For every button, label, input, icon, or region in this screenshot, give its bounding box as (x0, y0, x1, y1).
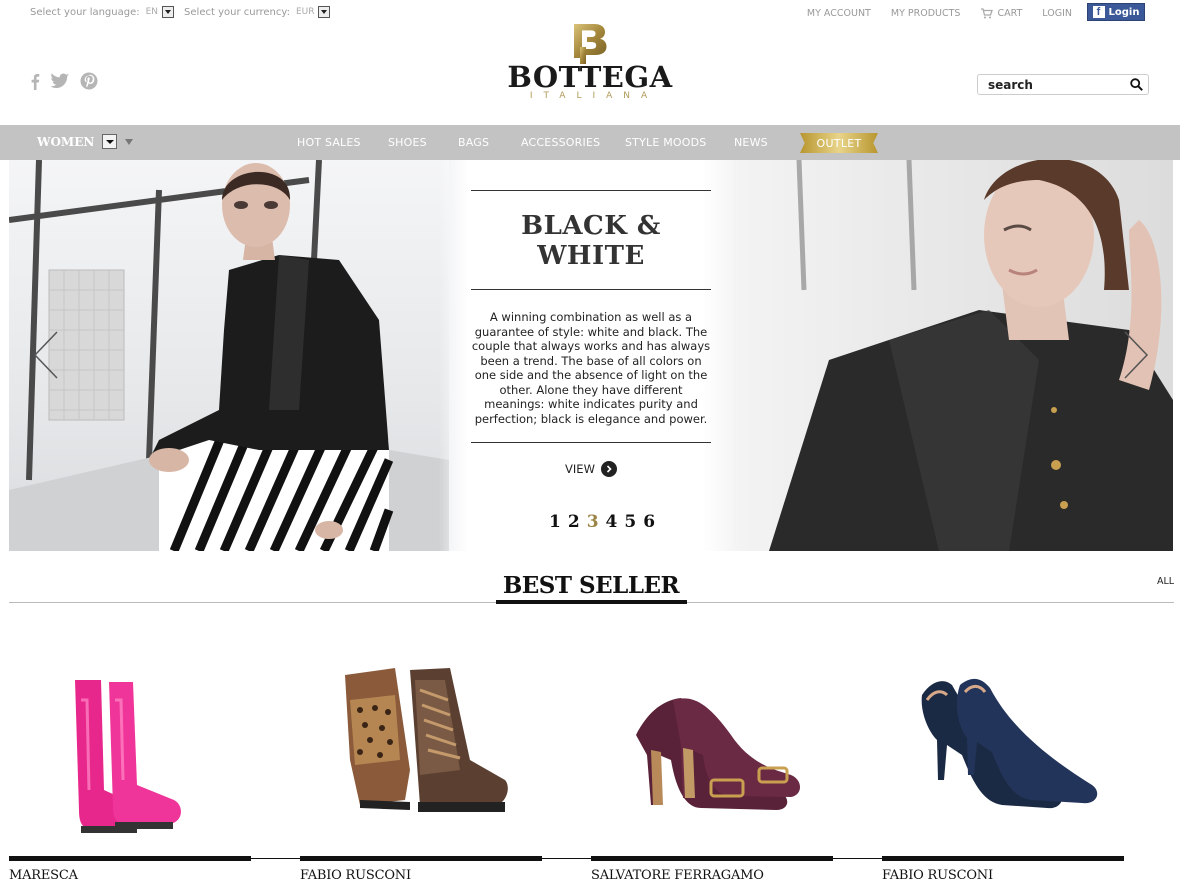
dropdown-arrow-icon[interactable] (162, 6, 175, 18)
burgundy-pumps-image[interactable] (591, 640, 833, 850)
nav-item-outlet[interactable]: OUTLET (800, 133, 878, 153)
product-card[interactable]: FABIO RUSCONI (882, 640, 1124, 888)
pink-rain-boots-image[interactable] (9, 640, 251, 850)
chevron-right-icon[interactable] (1121, 330, 1151, 380)
nav-item-bags[interactable]: BAGS (458, 136, 489, 149)
pinterest-icon[interactable] (80, 72, 98, 90)
product-card[interactable]: FABIO RUSCONI (300, 640, 592, 888)
product-bar (9, 856, 251, 861)
product-card[interactable]: MARESCA (9, 640, 301, 888)
nav-item-hot-sales[interactable]: HOT SALES (297, 136, 361, 149)
login-link[interactable]: LOGIN (1042, 7, 1072, 19)
search-box[interactable]: search (977, 74, 1149, 95)
currency-label: Select your currency: (184, 6, 290, 18)
model-black-blouse-image (769, 160, 1173, 551)
facebook-icon: f (1092, 6, 1105, 18)
search-icon[interactable] (1124, 75, 1148, 94)
facebook-login-label: Login (1108, 6, 1140, 18)
title-underline (496, 600, 687, 604)
search-input[interactable]: search (988, 78, 1124, 92)
gender-select[interactable]: WOMEN (37, 134, 134, 149)
logo-name: BOTTEGA (507, 60, 673, 94)
product-brand[interactable]: MARESCA (9, 868, 78, 883)
nav-item-shoes[interactable]: SHOES (388, 136, 427, 149)
main-nav: WOMEN HOT SALES SHOES BAGS ACCESSORIES S… (0, 125, 1180, 160)
leopard-sneakers-image[interactable] (300, 640, 542, 850)
divider (471, 442, 711, 443)
language-select[interactable]: EN (146, 6, 175, 18)
hero-text-panel: BLACK & WHITE A winning combination as w… (471, 190, 711, 477)
gender-label: WOMEN (37, 134, 95, 149)
hero-image-right (709, 160, 1173, 551)
facebook-icon[interactable] (30, 73, 40, 90)
my-products-link[interactable]: MY PRODUCTS (891, 7, 961, 19)
hero-image-left (9, 160, 449, 551)
best-seller-title: BEST SELLER (476, 572, 706, 599)
product-brand[interactable]: FABIO RUSCONI (882, 868, 993, 883)
page-1[interactable]: 1 (549, 512, 561, 532)
dropdown-arrow-icon[interactable] (318, 6, 331, 18)
hero-slider: BLACK & WHITE A winning combination as w… (9, 160, 1173, 551)
cart-label: CART (997, 7, 1023, 19)
page-4[interactable]: 4 (606, 512, 618, 532)
view-label: VIEW (565, 462, 595, 476)
account-links: MY ACCOUNT MY PRODUCTS CART LOGIN (807, 7, 1072, 19)
view-button[interactable]: VIEW (565, 461, 617, 477)
hero-description: A winning combination as well as a guara… (471, 310, 711, 426)
brand-logo[interactable]: BOTTEGA ITALIANA (506, 22, 674, 101)
slider-pagination: 1 2 3 4 5 6 (549, 512, 655, 532)
product-bar (300, 856, 542, 861)
twitter-icon[interactable] (50, 73, 70, 89)
product-bar (591, 856, 833, 861)
product-separator (251, 858, 301, 859)
chevron-left-icon[interactable] (31, 330, 61, 380)
navy-suede-pumps-image[interactable] (882, 640, 1124, 850)
nav-item-news[interactable]: NEWS (734, 136, 768, 149)
product-card[interactable]: SALVATORE FERRAGAMO (591, 640, 883, 888)
model-striped-trousers-image (9, 160, 449, 551)
page-2[interactable]: 2 (568, 512, 580, 532)
product-separator (542, 858, 592, 859)
dropdown-arrow-icon[interactable] (102, 134, 118, 149)
facebook-login-button[interactable]: f Login (1087, 3, 1145, 21)
my-account-link[interactable]: MY ACCOUNT (807, 7, 871, 19)
nav-item-accessories[interactable]: ACCESSORIES (521, 136, 600, 149)
page-5[interactable]: 5 (624, 512, 636, 532)
social-links (30, 72, 98, 90)
page-6[interactable]: 6 (643, 512, 655, 532)
cart-icon (981, 8, 994, 19)
logo-subtitle: ITALIANA (529, 91, 659, 101)
arrow-right-circle-icon (600, 461, 617, 477)
nav-item-style-moods[interactable]: STYLE MOODS (625, 136, 706, 149)
language-label: Select your language: (30, 6, 140, 18)
locale-selectors: Select your language: EN Select your cur… (30, 6, 331, 18)
product-brand[interactable]: SALVATORE FERRAGAMO (591, 868, 764, 883)
hero-title: BLACK & WHITE (521, 211, 661, 271)
currency-select[interactable]: EUR (296, 6, 331, 18)
product-bar (882, 856, 1124, 861)
page-3-active[interactable]: 3 (587, 512, 599, 532)
chevron-down-icon (125, 138, 134, 145)
product-brand[interactable]: FABIO RUSCONI (300, 868, 411, 883)
product-separator (833, 858, 883, 859)
cart-link[interactable]: CART (980, 7, 1022, 19)
view-all-link[interactable]: ALL (1157, 576, 1174, 587)
